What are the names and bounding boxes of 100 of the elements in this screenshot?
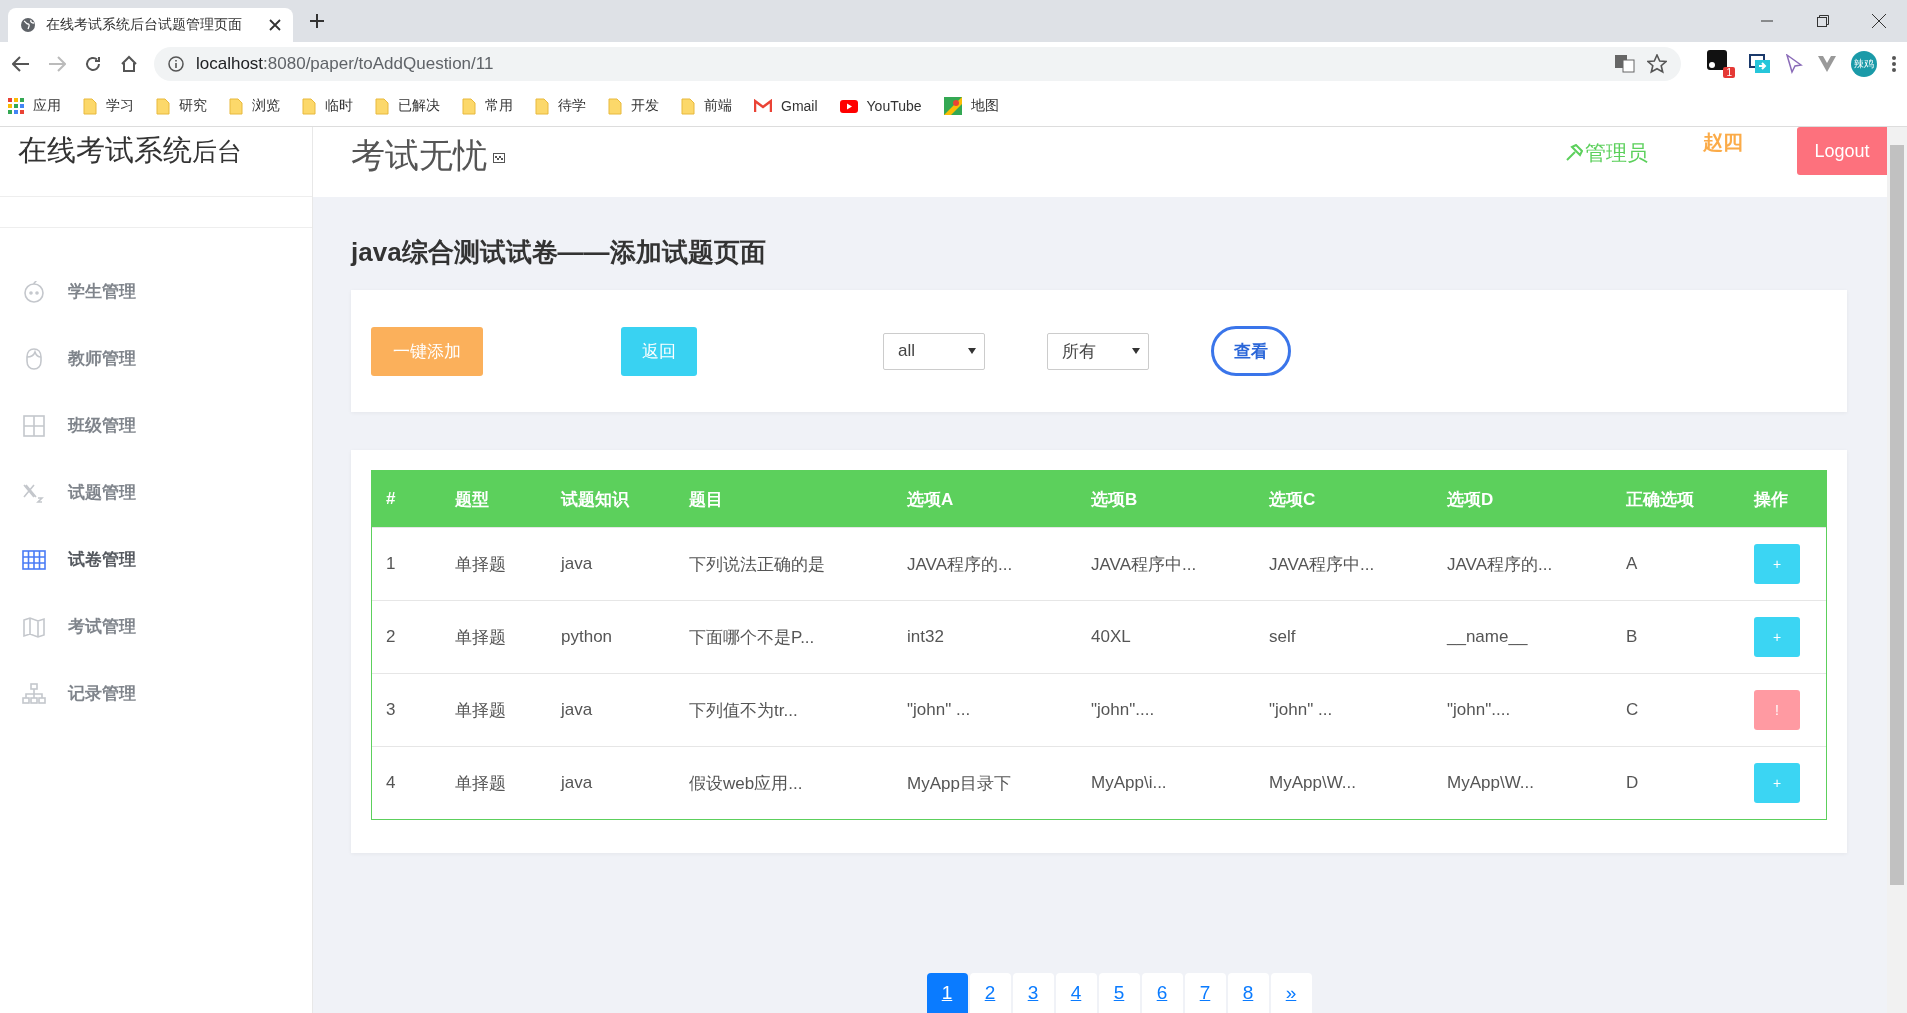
table-cell: A xyxy=(1612,527,1740,600)
table-cell: python xyxy=(547,600,675,673)
globe-icon xyxy=(20,17,36,33)
table-cell: MyApp\W... xyxy=(1433,746,1612,819)
map-icon xyxy=(943,97,962,115)
table-cell: JAVA程序中... xyxy=(1077,527,1255,600)
chevron-icon[interactable] xyxy=(1817,55,1837,73)
browser-tab[interactable]: 在线考试系统后台试题管理页面 xyxy=(8,8,293,42)
table-cell: 2 xyxy=(372,600,441,673)
table-cell: 单择题 xyxy=(441,527,547,600)
table-cell: JAVA程序中... xyxy=(1255,527,1433,600)
bookmark[interactable]: 应用 xyxy=(8,97,61,115)
select-value: 所有 xyxy=(1062,340,1096,363)
bookmark[interactable]: 浏览 xyxy=(229,97,280,115)
table-cell: 4 xyxy=(372,746,441,819)
page-link[interactable]: 2 xyxy=(969,973,1011,1013)
restore-icon[interactable] xyxy=(1817,15,1829,27)
sidebar-item[interactable]: 班级管理 xyxy=(0,392,312,459)
table-cell: JAVA程序的... xyxy=(893,527,1077,600)
bookmark[interactable]: Gmail xyxy=(754,98,818,114)
hammer-icon xyxy=(1565,144,1583,162)
logout-button[interactable]: Logout xyxy=(1797,127,1887,175)
new-tab-button[interactable] xyxy=(307,11,327,31)
sidebar-item[interactable]: 试卷管理 xyxy=(0,526,312,593)
bookmark[interactable]: 研究 xyxy=(156,97,207,115)
table-icon xyxy=(22,547,46,572)
address-bar[interactable]: localhost:8080/paper/toAddQuestion/11 xyxy=(154,47,1681,81)
table-cell: 40XL xyxy=(1077,600,1255,673)
view-button[interactable]: 查看 xyxy=(1211,326,1291,376)
close-icon[interactable] xyxy=(269,19,281,31)
table-cell: "john".... xyxy=(1077,673,1255,746)
play-icon xyxy=(839,99,858,113)
column-header: # xyxy=(372,471,441,527)
sidebar-item[interactable]: 考试管理 xyxy=(0,593,312,660)
role-text: 管理员 xyxy=(1585,140,1648,166)
sidebar-item[interactable]: 记录管理 xyxy=(0,660,312,727)
page-link[interactable]: 1 xyxy=(926,973,968,1013)
hierarchy-icon xyxy=(22,681,46,706)
folder-icon xyxy=(375,97,389,115)
profile-avatar[interactable]: 辣鸡 xyxy=(1851,51,1877,77)
table-cell: 假设web应用... xyxy=(675,746,893,819)
sidebar-item[interactable]: 学生管理 xyxy=(0,258,312,325)
map-icon xyxy=(22,614,46,639)
info-icon xyxy=(168,56,184,72)
page-link[interactable]: 6 xyxy=(1141,973,1183,1013)
table-cell: __name__ xyxy=(1433,600,1612,673)
bookmark[interactable]: 已解决 xyxy=(375,97,440,115)
face-icon xyxy=(22,279,46,304)
bookmark[interactable]: 待学 xyxy=(535,97,586,115)
table-cell: C xyxy=(1612,673,1740,746)
bookmark[interactable]: 学习 xyxy=(83,97,134,115)
column-header: 正确选项 xyxy=(1612,471,1740,527)
page-link[interactable]: 5 xyxy=(1098,973,1140,1013)
table-cell: 1 xyxy=(372,527,441,600)
brand-title: 在线考试系统后台 xyxy=(0,127,312,197)
next-page-link[interactable]: » xyxy=(1270,973,1312,1013)
sidebar-item[interactable]: 试题管理 xyxy=(0,459,312,526)
translate-icon[interactable] xyxy=(1615,55,1635,73)
filter-select[interactable]: all xyxy=(883,332,985,370)
table-cell: 单择题 xyxy=(441,746,547,819)
page-link[interactable]: 7 xyxy=(1184,973,1226,1013)
table-cell: 单择题 xyxy=(441,600,547,673)
table-cell: 下列值不为tr... xyxy=(675,673,893,746)
filter-select[interactable]: 所有 xyxy=(1047,332,1149,370)
column-header: 操作 xyxy=(1740,471,1826,527)
page-title: java综合测试试卷——添加试题页面 xyxy=(351,236,767,269)
table-cell: 下面哪个不是P... xyxy=(675,600,893,673)
app-title: 考试无忧 xyxy=(351,135,487,176)
cursor-icon[interactable] xyxy=(1785,54,1803,74)
column-header: 选项C xyxy=(1255,471,1433,527)
page-link[interactable]: 8 xyxy=(1227,973,1269,1013)
table-cell: MyApp目录下 xyxy=(893,746,1077,819)
mail-icon xyxy=(754,99,772,113)
table-cell: java xyxy=(547,527,675,600)
folder-icon xyxy=(302,97,316,115)
table-cell: int32 xyxy=(893,600,1077,673)
table-cell: java xyxy=(547,673,675,746)
table-cell: D xyxy=(1612,746,1740,819)
bookmark[interactable]: 地图 xyxy=(943,97,999,115)
page-link[interactable]: 4 xyxy=(1055,973,1097,1013)
bookmark[interactable]: 常用 xyxy=(462,97,513,115)
sidebar-item[interactable]: 教师管理 xyxy=(0,325,312,392)
bookmark[interactable]: YouTube xyxy=(839,98,922,114)
table-cell: 单择题 xyxy=(441,673,547,746)
extension-icon[interactable] xyxy=(1749,54,1771,74)
page-link[interactable]: 3 xyxy=(1012,973,1054,1013)
bookmark[interactable]: 开发 xyxy=(608,97,659,115)
close-icon[interactable] xyxy=(1872,14,1886,28)
column-header: 题型 xyxy=(441,471,547,527)
star-icon[interactable] xyxy=(1647,54,1667,74)
folder-icon xyxy=(535,97,549,115)
menu-icon[interactable] xyxy=(1891,55,1897,73)
table-cell: 下列说法正确的是 xyxy=(675,527,893,600)
table-cell: java xyxy=(547,746,675,819)
folder-icon xyxy=(156,97,170,115)
folder-icon xyxy=(681,97,695,115)
bookmark[interactable]: 前端 xyxy=(681,97,732,115)
bookmark[interactable]: 临时 xyxy=(302,97,353,115)
caret-icon xyxy=(968,348,976,354)
apps-icon xyxy=(8,98,24,114)
